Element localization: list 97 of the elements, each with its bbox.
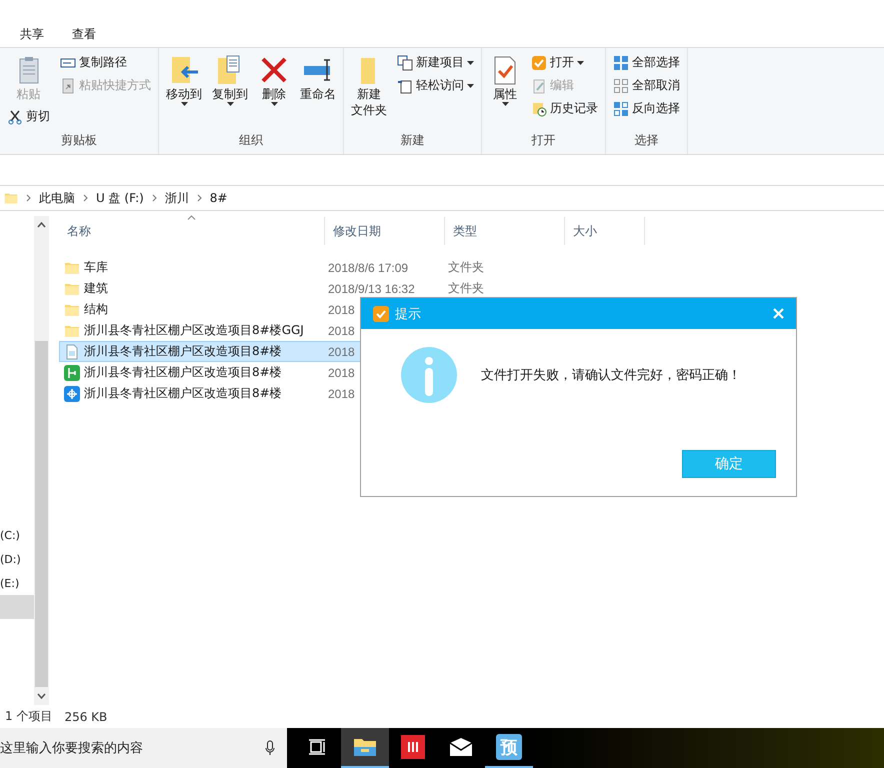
chevron-icon [152,194,157,202]
group-label: 选择 [634,132,660,149]
group-label: 打开 [530,132,556,149]
dialog-title: 提示 [395,306,422,322]
breadcrumb-item[interactable]: 浙川 [164,190,189,206]
taskbar-button[interactable] [341,728,389,768]
ribbon-button[interactable]: 历史记录 [528,98,601,119]
nav-item[interactable]: (C:) [0,523,34,547]
dropdown-caret-icon [467,60,474,64]
app-icon[interactable] [401,735,425,759]
folder-icon [4,191,18,205]
date-cell-text: 2018 [327,302,355,316]
select-all-icon [613,54,629,70]
file-row[interactable]: 浙川县冬青社区棚户区改造项目8#楼GGJ 2018 [59,320,565,341]
ribbon-button[interactable]: 属性 [486,52,524,108]
ribbon-tab[interactable]: 查看 [58,20,110,47]
ribbon-button[interactable]: 复制到 [209,52,251,108]
date-cell-text: 2018 [327,386,355,400]
column-header[interactable]: 修改日期 [325,217,445,245]
dropdown-caret-icon [270,102,278,106]
microphone-icon[interactable] [265,740,275,756]
new-item-icon [397,54,413,70]
file-row[interactable]: 浙川县冬青社区棚户区改造项目8#楼 2018 [59,383,565,404]
history-icon [531,100,547,116]
column-header[interactable]: 类型 [445,217,565,245]
task-view-icon[interactable] [308,739,326,755]
dropdown-caret-icon [577,60,584,64]
invert-selection-icon [613,100,629,116]
ribbon-tab[interactable]: 共享 [6,20,58,47]
scroll-up-icon[interactable] [37,222,46,228]
date-cell-text: 2018/8/6 17:09 [327,260,408,274]
edit-icon [531,78,547,94]
ribbon-button[interactable]: 剪切 [4,106,53,127]
ribbon-button[interactable]: 重命名 [297,52,339,104]
item-count: 1 个项目 [5,708,52,725]
ribbon-button[interactable]: 全部取消 [610,75,683,96]
easy-access-icon [397,78,413,94]
file-name: 车库 [84,259,108,276]
group-label: 组织 [238,132,264,149]
scroll-down-icon[interactable] [37,693,46,699]
type-cell-text: 文件夹 [447,280,484,297]
mail-icon[interactable] [449,737,473,757]
info-icon [401,346,457,402]
date-cell-text: 2018/9/13 16:32 [327,282,415,296]
column-header[interactable]: 名称 [59,217,325,245]
file-name: 浙川县冬青社区棚户区改造项目8#楼 [84,343,282,360]
address-bar[interactable]: 此电脑 U 盘 (F:) 浙川 8# [0,185,884,211]
folder-icon[interactable] [353,737,377,757]
selection-size: 256 KB [64,710,108,724]
ribbon-button[interactable]: 删除 [255,52,293,108]
chevron-icon [83,194,88,202]
shortcut-icon [60,78,76,94]
select-none-icon [613,78,629,94]
chevron-icon [26,194,31,202]
scrollbar[interactable] [34,216,49,705]
chevron-icon [196,194,202,202]
ribbon-button[interactable]: 新建项目 [394,52,477,73]
nav-item[interactable]: (E:) [0,571,34,595]
ribbon-button[interactable]: 反向选择 [610,98,683,119]
date-cell-text: 2018 [327,366,355,380]
date-cell-text: 2018 [327,344,355,358]
scissors-icon [7,108,23,124]
file-name: 浙川县冬青社区棚户区改造项目8#楼GGJ [84,322,304,339]
file-name: 浙川县冬青社区棚户区改造项目8#楼 [84,385,282,402]
breadcrumb-item[interactable]: 此电脑 [39,190,75,206]
file-name: 浙川县冬青社区棚户区改造项目8#楼 [84,364,282,381]
app-icon [64,386,80,402]
dropdown-caret-icon [467,84,474,88]
file-name: 结构 [84,301,108,318]
ribbon-button[interactable]: 复制路径 [57,52,154,73]
breadcrumb-item[interactable]: 8# [210,191,228,205]
column-header[interactable]: 大小 [565,217,645,245]
ribbon-button[interactable]: 新建 文件夹 [348,52,390,120]
sort-caret-icon [187,215,196,220]
breadcrumb-item[interactable]: U 盘 (F:) [96,190,144,206]
close-icon[interactable] [773,308,784,319]
file-row[interactable]: 车库 2018/8/6 17:09 文件夹 [59,257,565,278]
dropdown-caret-icon [180,102,188,106]
nav-item[interactable]: (D:) [0,547,34,571]
dropdown-caret-icon [502,102,508,106]
group-label: 新建 [400,132,426,149]
file-name: 建筑 [84,280,108,297]
ribbon-button[interactable]: 轻松访问 [394,75,477,96]
dialog-message: 文件打开失败，请确认文件完好，密码正确！ [481,366,741,384]
file-row[interactable]: 建筑 2018/9/13 16:32 文件夹 [59,278,565,299]
app-logo-icon [373,306,389,322]
date-cell-text: 2018 [327,324,355,338]
dropdown-caret-icon [226,102,234,106]
ribbon-button[interactable]: 移动到 [163,52,205,108]
document-icon [64,344,80,360]
ribbon-button[interactable]: 全部选择 [610,52,683,73]
ribbon-button[interactable]: 打开 [528,52,601,73]
app-icon [64,364,80,380]
group-label: 剪贴板 [60,132,98,149]
open-icon [531,54,547,70]
type-cell-text: 文件夹 [447,259,484,276]
search-field[interactable]: 这里输入你要搜索的内容 [0,728,287,768]
